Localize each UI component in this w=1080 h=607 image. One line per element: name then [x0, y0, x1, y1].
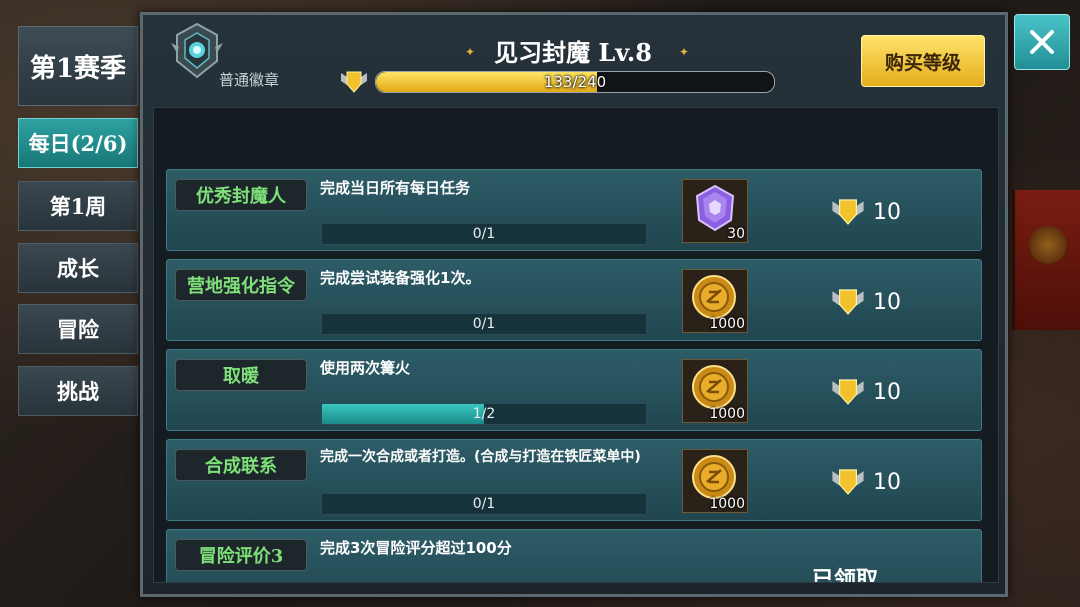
task-description: 完成一次合成或者打造。(合成与打造在铁匠菜单中): [320, 449, 641, 465]
reward-item[interactable]: 1000: [682, 359, 748, 423]
tab-challenge[interactable]: 挑战: [18, 366, 138, 416]
task-description: 完成尝试装备强化1次。: [320, 269, 481, 287]
task-progress-bar: 0/1: [321, 493, 647, 515]
page-title: 见习封魔 Lv.8: [494, 38, 652, 67]
panel-header: 普通徽章 ✦ 见习封魔 Lv.8 ✦ 133/240 购买等级: [143, 15, 1005, 107]
battle-pass-points-icon: [832, 469, 864, 495]
badge-label: 普通徽章: [219, 71, 280, 89]
reward-item[interactable]: 30: [682, 179, 748, 243]
level-xp-bar: 133/240: [375, 71, 775, 93]
task-progress-text: 0/1: [472, 316, 496, 332]
task-progress-bar: 0/1: [321, 223, 647, 245]
season-tab[interactable]: 第1赛季: [18, 26, 138, 106]
task-row: 合成联系 完成一次合成或者打造。(合成与打造在铁匠菜单中) 0/1 1000 1…: [166, 439, 982, 521]
task-tag: 取暖: [175, 359, 307, 391]
claimed-status: 已领取: [812, 567, 879, 583]
title-decoration-right-icon: ✦: [679, 45, 690, 59]
background-banner: [1012, 190, 1080, 330]
task-progress-text: 0/1: [472, 496, 496, 512]
close-icon: [1030, 30, 1054, 54]
task-description: 使用两次篝火: [320, 359, 411, 377]
reward-count: 1000: [709, 406, 745, 422]
task-row: 取暖 使用两次篝火 1/2 1000 10: [166, 349, 982, 431]
tab-growth[interactable]: 成长: [18, 243, 138, 293]
battle-pass-points-icon: [832, 379, 864, 405]
task-tag: 营地强化指令: [175, 269, 307, 301]
reward-item[interactable]: 1000: [682, 449, 748, 513]
task-progress-text: 0/1: [472, 226, 496, 242]
task-tag: 合成联系: [175, 449, 307, 481]
points-value: 10: [873, 470, 901, 495]
points-value: 10: [873, 380, 901, 405]
tab-daily[interactable]: 每日(2/6): [18, 118, 138, 168]
battle-pass-points-icon: [341, 71, 367, 93]
reward-count: 30: [727, 226, 745, 242]
reward-count: 1000: [709, 316, 745, 332]
points-value: 10: [873, 200, 901, 225]
task-tag: 优秀封魔人: [175, 179, 307, 211]
task-progress-text: 1/2: [472, 406, 496, 422]
points-value: 10: [873, 290, 901, 315]
task-list[interactable]: 优秀封魔人 完成当日所有每日任务 0/1 30 10 营地强化指令 完成尝试装备…: [153, 107, 999, 583]
tab-adventure[interactable]: 冒险: [18, 304, 138, 354]
close-button[interactable]: [1014, 14, 1070, 70]
badge-emblem-icon: [171, 22, 223, 79]
task-description: 完成3次冒险评分超过100分: [320, 539, 512, 557]
battle-pass-panel: 普通徽章 ✦ 见习封魔 Lv.8 ✦ 133/240 购买等级 优秀封魔人 完成…: [140, 12, 1008, 597]
battle-pass-points-icon: [832, 289, 864, 315]
task-progress-bar: 0/1: [321, 313, 647, 335]
task-description: 完成当日所有每日任务: [320, 179, 471, 197]
battle-pass-points-icon: [832, 199, 864, 225]
level-xp-text: 133/240: [543, 73, 607, 91]
tab-week-1[interactable]: 第1周: [18, 181, 138, 231]
task-tag: 冒险评价3: [175, 539, 307, 571]
task-row: 营地强化指令 完成尝试装备强化1次。 0/1 1000 10: [166, 259, 982, 341]
buy-level-button[interactable]: 购买等级: [861, 35, 985, 87]
task-row: 冒险评价3 完成3次冒险评分超过100分 已领取: [166, 529, 982, 583]
reward-count: 1000: [709, 496, 745, 512]
task-progress-bar: 1/2: [321, 403, 647, 425]
reward-item[interactable]: 1000: [682, 269, 748, 333]
task-row: 优秀封魔人 完成当日所有每日任务 0/1 30 10: [166, 169, 982, 251]
